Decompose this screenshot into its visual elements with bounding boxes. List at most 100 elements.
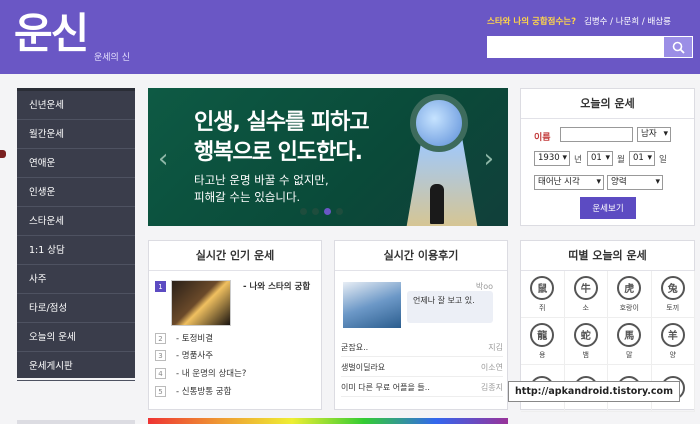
search-button[interactable] <box>663 36 693 58</box>
table-row[interactable]: 굳잡요.. 지김 <box>341 339 503 357</box>
banner-next-icon[interactable]: › <box>484 144 494 174</box>
month-select[interactable]: 01 <box>587 151 613 166</box>
review-text: 이미 다른 무료 어플을 들.. <box>341 383 430 392</box>
banner-dot[interactable] <box>312 208 319 215</box>
site-header: 운신 운세의 신 스타와 나의 궁합점수는? 김병수 / 나문희 / 배삼룡 <box>0 0 700 74</box>
banner-prev-icon[interactable]: ‹ <box>158 144 168 174</box>
review-text: 생벌이딜라요 <box>341 363 386 372</box>
watermark-url: http://apkandroid.tistory.com <box>508 381 680 402</box>
star-match-question[interactable]: 스타와 나의 궁합점수는? <box>487 15 576 27</box>
zodiac-rat[interactable]: 鼠쥐 <box>521 271 565 318</box>
banner-sub-line2: 피해갈 수는 있습니다. <box>194 190 301 204</box>
sidebar-item-today[interactable]: 오늘의 운세 <box>17 323 135 352</box>
review-title: 실시간 이용후기 <box>335 241 507 271</box>
zodiac-sheep[interactable]: 羊양 <box>651 318 695 365</box>
banner-sub-line1: 타고난 운명 바꿀 수 없지만, <box>194 173 329 187</box>
list-item[interactable]: 4 - 내 운명의 상대는? <box>155 367 246 379</box>
sidebar-menu: 신년운세 월간운세 연애운 인생운 스타운세 1:1 상담 사주 타로/점성 오… <box>17 88 135 381</box>
tiger-icon: 虎 <box>617 275 642 300</box>
table-row[interactable]: 생벌이딜라요 이소연 <box>341 359 503 377</box>
fortune-submit-button[interactable]: 운세보기 <box>580 197 636 219</box>
banner-dot[interactable] <box>336 208 343 215</box>
logo-subtitle: 운세의 신 <box>94 53 130 63</box>
banner-headline-line1: 인생, 실수를 피하고 <box>194 110 370 135</box>
list-item-text: - 신통방통 궁합 <box>176 387 232 397</box>
banner-dot-active[interactable] <box>324 208 331 215</box>
snake-icon: 蛇 <box>573 322 598 347</box>
search-input[interactable] <box>487 36 663 58</box>
fortune-title: 오늘의 운세 <box>521 89 694 119</box>
zodiac-dragon[interactable]: 龍용 <box>521 318 565 365</box>
review-writer: 이소연 <box>480 363 503 372</box>
list-item[interactable]: 1 <box>155 281 176 292</box>
rank-number: 4 <box>155 367 166 379</box>
site-logo[interactable]: 운신 <box>14 2 89 66</box>
list-item-text: - 토정비결 <box>176 334 214 344</box>
sidebar-item-life[interactable]: 인생운 <box>17 178 135 207</box>
horse-icon: 馬 <box>617 322 642 347</box>
name-input[interactable] <box>560 127 633 142</box>
day-select[interactable]: 01 <box>629 151 655 166</box>
year-select[interactable]: 1930 <box>534 151 570 166</box>
popular-thumbnail[interactable] <box>171 280 231 326</box>
zodiac-label: 말 <box>626 350 633 359</box>
zodiac-label: 호랑이 <box>619 303 639 312</box>
popular-title: 실시간 인기 운세 <box>149 241 321 271</box>
zodiac-rabbit[interactable]: 兔 토끼 <box>651 271 695 318</box>
rank-number: 2 <box>155 332 166 344</box>
review-panel: 실시간 이용후기 박oo 언제나 잘 보고 있. 굳잡요.. 지김 생벌이딜라요 이… <box>334 240 508 410</box>
zodiac-snake[interactable]: 蛇뱀 <box>564 318 608 365</box>
zodiac-label: 소 <box>582 303 589 312</box>
zodiac-horse[interactable]: 馬말 <box>608 318 652 365</box>
month-unit: 월 <box>617 155 625 165</box>
hero-banner[interactable]: 인생, 실수를 피하고 행복으로 인도한다. 타고난 운명 바꿀 수 없지만, … <box>148 88 508 226</box>
rank-number: 1 <box>155 281 166 292</box>
table-row[interactable]: 이미 다른 무료 어플을 들.. 김종지 <box>341 379 503 397</box>
person-silhouette-image <box>430 184 444 224</box>
sidebar-item-tarot[interactable]: 타로/점성 <box>17 294 135 323</box>
list-item-text: - 명품사주 <box>176 351 214 361</box>
today-fortune-panel: 오늘의 운세 이름 남자 1930 년 01 월 01 일 태어난 시각 양력 … <box>520 88 695 226</box>
list-item[interactable]: 3 - 명품사주 <box>155 349 213 361</box>
review-text: 굳잡요.. <box>341 343 369 352</box>
calendar-select[interactable]: 양력 <box>607 175 663 190</box>
sidebar-item-new-year[interactable]: 신년운세 <box>17 91 135 120</box>
rank-number: 5 <box>155 385 166 397</box>
review-writer: 김종지 <box>480 383 503 392</box>
rabbit-icon: 兔 <box>660 275 685 300</box>
list-item-text: - 내 운명의 상대는? <box>176 369 247 379</box>
sidebar-item-consult[interactable]: 1:1 상담 <box>17 236 135 265</box>
rank-number: 3 <box>155 349 166 361</box>
sidebar-item-monthly[interactable]: 월간운세 <box>17 120 135 149</box>
sidebar-item-board[interactable]: 운세게시판 <box>17 352 135 381</box>
zodiac-ox[interactable]: 牛소 <box>564 271 608 318</box>
list-item-text[interactable]: - 나와 스타의 궁합 <box>243 281 319 294</box>
bottom-banner-strip <box>148 418 508 424</box>
list-item[interactable]: 5 - 신통방통 궁합 <box>155 385 231 397</box>
zodiac-label: 용 <box>539 350 546 359</box>
list-item[interactable]: 2 - 토정비결 <box>155 332 213 344</box>
star-names-links[interactable]: 김병수 / 나문희 / 배삼룡 <box>584 15 671 27</box>
zodiac-label: 양 <box>669 350 676 359</box>
keyhole-image <box>410 94 468 152</box>
zodiac-title: 띠별 오늘의 운세 <box>521 241 694 271</box>
rat-icon: 鼠 <box>530 275 555 300</box>
birth-time-select[interactable]: 태어난 시각 <box>534 175 604 190</box>
sheep-icon: 羊 <box>660 322 685 347</box>
zodiac-label: 뱀 <box>582 350 589 359</box>
name-label: 이름 <box>534 133 551 143</box>
sidebar-item-love[interactable]: 연애운 <box>17 149 135 178</box>
search-icon <box>672 41 685 54</box>
review-bubble[interactable]: 언제나 잘 보고 있. <box>407 291 493 323</box>
banner-pagination <box>300 208 343 215</box>
gender-select[interactable]: 남자 <box>637 127 671 142</box>
footer-divider <box>17 420 135 424</box>
sidebar-item-saju[interactable]: 사주 <box>17 265 135 294</box>
banner-dot[interactable] <box>300 208 307 215</box>
day-unit: 일 <box>659 155 667 165</box>
review-fan-image <box>343 282 401 328</box>
zodiac-label: 쥐 <box>539 303 546 312</box>
zodiac-tiger[interactable]: 虎 호랑이 <box>608 271 652 318</box>
sidebar-item-star[interactable]: 스타운세 <box>17 207 135 236</box>
zodiac-label: 토끼 <box>666 303 680 312</box>
